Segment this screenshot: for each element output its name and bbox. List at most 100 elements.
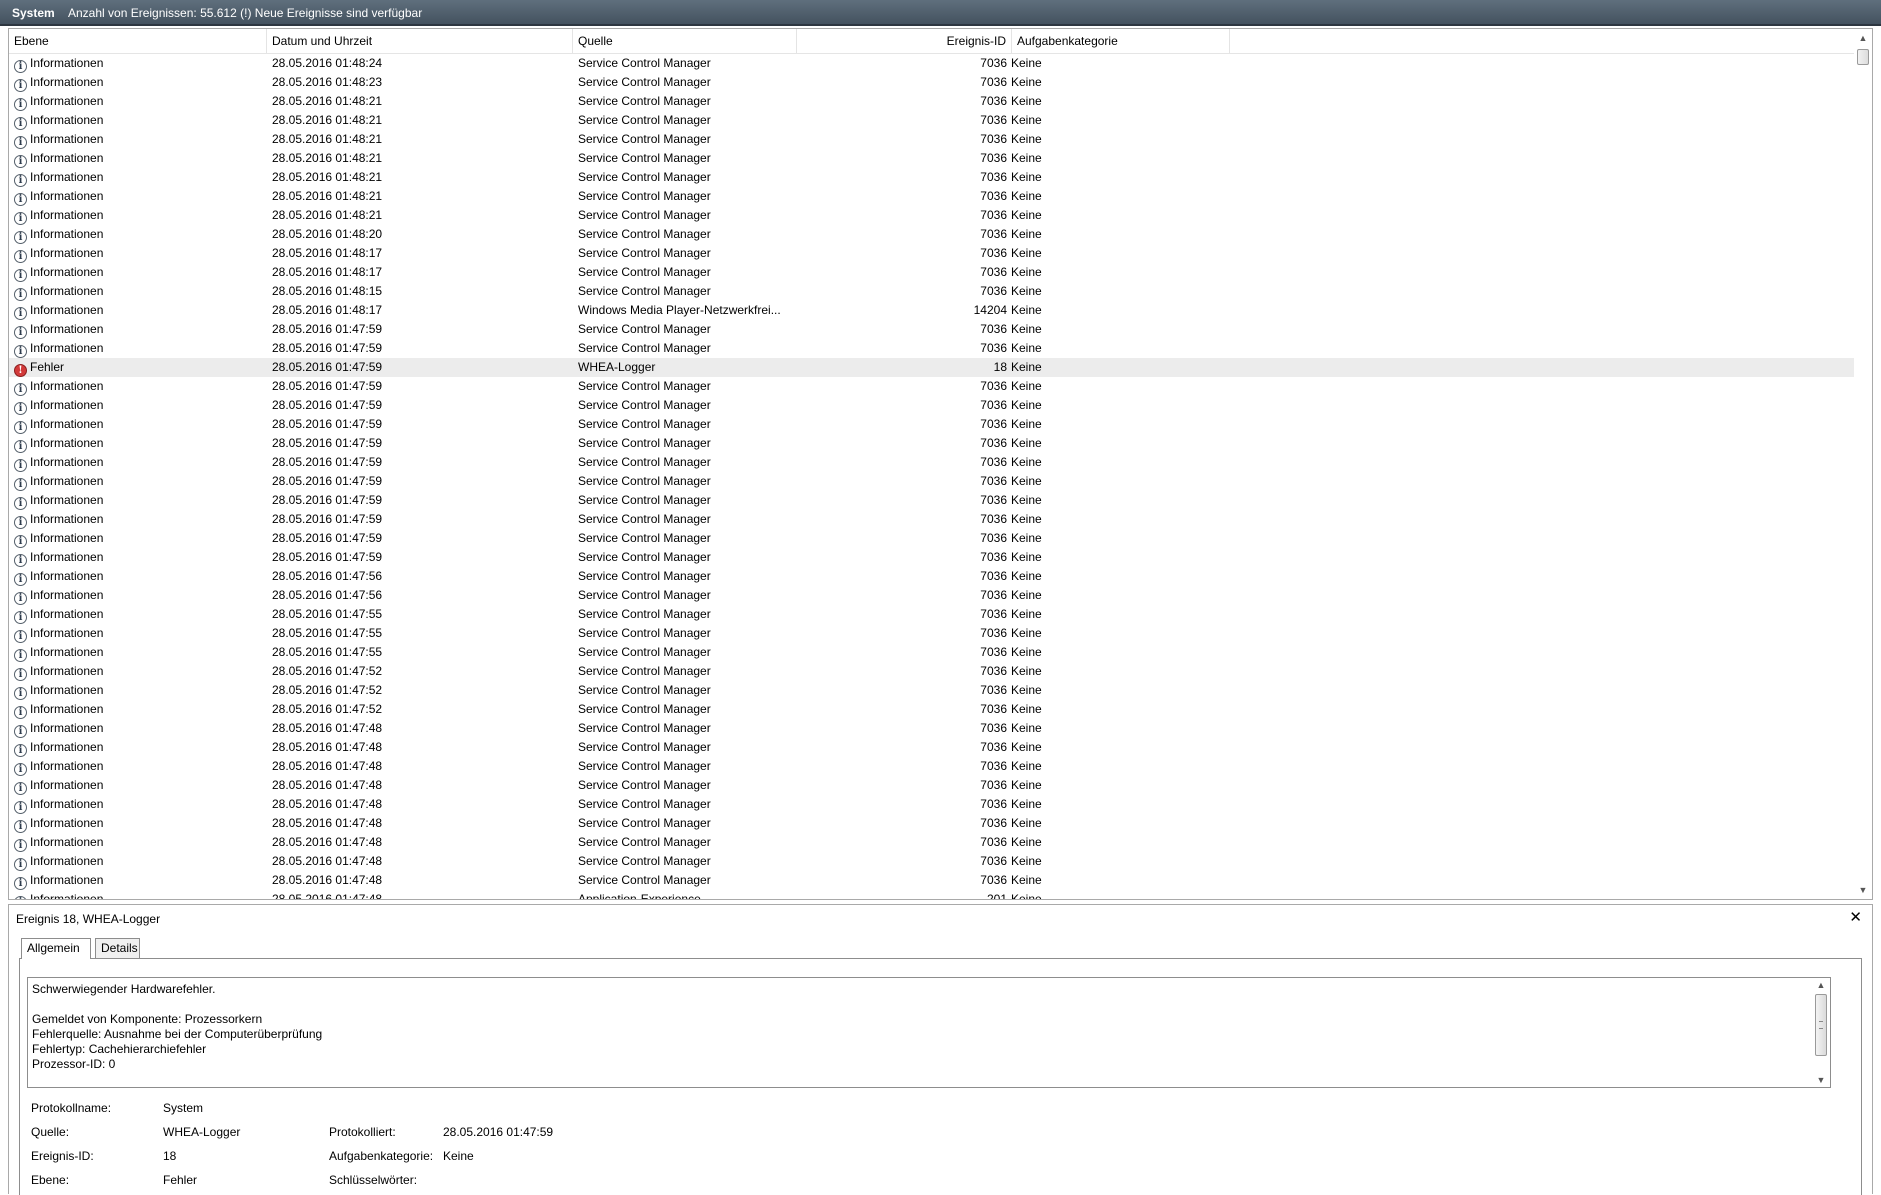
event-source: Service Control Manager: [578, 797, 711, 811]
table-row[interactable]: i Informationen 28.05.2016 01:47:55 Service…: [9, 624, 1854, 643]
event-count-text: Anzahl von Ereignissen: 55.612 (!) Neue …: [68, 6, 423, 20]
table-row[interactable]: i Informationen 28.05.2016 01:48:15 Service…: [9, 282, 1854, 301]
event-id: 7036: [980, 170, 1007, 184]
table-row[interactable]: i Informationen 28.05.2016 01:48:23 Service…: [9, 73, 1854, 92]
table-row[interactable]: i Informationen 28.05.2016 01:47:56 Service…: [9, 567, 1854, 586]
information-icon: i: [14, 193, 27, 206]
column-header-date[interactable]: Datum und Uhrzeit: [267, 29, 573, 53]
table-row[interactable]: i Informationen 28.05.2016 01:47:48 Service…: [9, 738, 1854, 757]
column-header-event-id[interactable]: Ereignis-ID: [797, 29, 1012, 53]
table-row[interactable]: i Informationen 28.05.2016 01:47:48 Service…: [9, 795, 1854, 814]
tab-details[interactable]: Details: [95, 938, 140, 958]
column-header-level[interactable]: Ebene: [9, 29, 267, 53]
table-row[interactable]: i Informationen 28.05.2016 01:48:21 Service…: [9, 111, 1854, 130]
table-row[interactable]: i Informationen 28.05.2016 01:48:21 Service…: [9, 168, 1854, 187]
event-id: 7036: [980, 835, 1007, 849]
event-level: iInformationen: [14, 434, 269, 453]
event-id: 7036: [980, 474, 1007, 488]
scroll-up-arrow-icon[interactable]: ▲: [1858, 33, 1868, 43]
detail-title: Ereignis 18, WHEA-Logger: [16, 912, 161, 926]
table-row[interactable]: i Informationen 28.05.2016 01:48:20 Service…: [9, 225, 1854, 244]
event-category: Keine: [1011, 360, 1042, 374]
event-source: Service Control Manager: [578, 588, 711, 602]
table-row[interactable]: i Informationen 28.05.2016 01:47:48 Service…: [9, 833, 1854, 852]
scroll-up-arrow-icon[interactable]: ▲: [1816, 980, 1826, 990]
event-category: Keine: [1011, 816, 1042, 830]
event-date: 28.05.2016 01:47:59: [272, 341, 383, 355]
table-row[interactable]: iInformationen28.05.2016 01:47:48Applica…: [9, 890, 1854, 900]
event-category: Keine: [1011, 284, 1042, 298]
event-level: iInformationen: [14, 472, 269, 491]
table-row[interactable]: i Informationen 28.05.2016 01:47:59 Service…: [9, 548, 1854, 567]
event-category: Keine: [1011, 189, 1042, 203]
table-row[interactable]: i Informationen 28.05.2016 01:47:52 Service…: [9, 700, 1854, 719]
table-row[interactable]: i Informationen 28.05.2016 01:48:21 Service…: [9, 206, 1854, 225]
close-icon[interactable]: ✕: [1849, 908, 1862, 926]
table-row[interactable]: i Informationen 28.05.2016 01:47:59 Service…: [9, 320, 1854, 339]
table-row[interactable]: i Informationen 28.05.2016 01:47:56 Service…: [9, 586, 1854, 605]
event-category: Keine: [1011, 892, 1042, 900]
event-category: Keine: [1011, 759, 1042, 773]
event-category: Keine: [1011, 683, 1042, 697]
table-row[interactable]: i Informationen 28.05.2016 01:47:59 Service…: [9, 434, 1854, 453]
information-icon: i: [14, 421, 27, 434]
table-row[interactable]: i Informationen 28.05.2016 01:47:59 Service…: [9, 415, 1854, 434]
event-id: 7036: [980, 94, 1007, 108]
table-row[interactable]: i Informationen 28.05.2016 01:48:17 Service…: [9, 263, 1854, 282]
table-row[interactable]: i Informationen 28.05.2016 01:47:48 Service…: [9, 719, 1854, 738]
table-row[interactable]: i Informationen 28.05.2016 01:47:55 Service…: [9, 605, 1854, 624]
event-source: Service Control Manager: [578, 151, 711, 165]
table-row[interactable]: i Informationen 28.05.2016 01:48:21 Service…: [9, 92, 1854, 111]
event-message-box[interactable]: Schwerwiegender Hardwarefehler. Gemeldet …: [27, 977, 1831, 1088]
table-row[interactable]: i Informationen 28.05.2016 01:47:48 Service…: [9, 814, 1854, 833]
table-row[interactable]: i Informationen 28.05.2016 01:48:21 Service…: [9, 130, 1854, 149]
table-row[interactable]: i Informationen 28.05.2016 01:47:52 Service…: [9, 681, 1854, 700]
event-id: 7036: [980, 56, 1007, 70]
event-source: Service Control Manager: [578, 208, 711, 222]
table-row[interactable]: i Informationen 28.05.2016 01:47:48 Service…: [9, 852, 1854, 871]
event-date: 28.05.2016 01:48:23: [272, 75, 383, 89]
event-level-text: Informationen: [30, 208, 104, 222]
table-row[interactable]: i Informationen 28.05.2016 01:47:52 Service…: [9, 662, 1854, 681]
level-label: Ebene:: [31, 1173, 70, 1187]
event-date: 28.05.2016 01:48:17: [272, 265, 383, 279]
table-row[interactable]: i Informationen 28.05.2016 01:47:59 Service…: [9, 339, 1854, 358]
event-id: 7036: [980, 550, 1007, 564]
event-list-scrollbar[interactable]: ▲ ▼: [1854, 29, 1872, 899]
message-scrollbar[interactable]: ▲ ▼: [1812, 978, 1830, 1087]
scrollbar-thumb[interactable]: [1857, 49, 1869, 65]
table-row[interactable]: i Informationen 28.05.2016 01:47:59 Service…: [9, 510, 1854, 529]
event-level-text: Informationen: [30, 854, 104, 868]
event-id: 7036: [980, 246, 1007, 260]
table-row[interactable]: i Informationen 28.05.2016 01:47:48 Service…: [9, 757, 1854, 776]
event-category: Keine: [1011, 94, 1042, 108]
table-row[interactable]: i Informationen 28.05.2016 01:48:21 Service…: [9, 149, 1854, 168]
table-row[interactable]: i Informationen 28.05.2016 01:47:59 Service…: [9, 472, 1854, 491]
table-row[interactable]: i Informationen 28.05.2016 01:47:48 Service…: [9, 871, 1854, 890]
table-row[interactable]: i Informationen 28.05.2016 01:48:21 Service…: [9, 187, 1854, 206]
scroll-down-arrow-icon[interactable]: ▼: [1858, 885, 1868, 895]
event-date: 28.05.2016 01:47:55: [272, 607, 383, 621]
table-row[interactable]: i Informationen 28.05.2016 01:47:59 Service…: [9, 396, 1854, 415]
table-row[interactable]: i Informationen 28.05.2016 01:48:24 Service…: [9, 54, 1854, 73]
event-source: Service Control Manager: [578, 75, 711, 89]
event-source: Service Control Manager: [578, 227, 711, 241]
scroll-down-arrow-icon[interactable]: ▼: [1816, 1075, 1826, 1085]
table-row[interactable]: i Informationen 28.05.2016 01:48:17 Windows…: [9, 301, 1854, 320]
column-header-task-category[interactable]: Aufgabenkategorie: [1012, 29, 1230, 53]
information-icon: i: [14, 117, 27, 130]
table-row[interactable]: i Informationen 28.05.2016 01:47:48 Service…: [9, 776, 1854, 795]
event-list[interactable]: Ebene Datum und Uhrzeit Quelle Ereignis-…: [8, 28, 1873, 900]
scrollbar-thumb[interactable]: [1815, 994, 1827, 1056]
table-row[interactable]: i Informationen 28.05.2016 01:47:55 Service…: [9, 643, 1854, 662]
table-row[interactable]: i Informationen 28.05.2016 01:47:59 Service…: [9, 453, 1854, 472]
event-level-text: Informationen: [30, 227, 104, 241]
column-header-source[interactable]: Quelle: [573, 29, 797, 53]
table-row[interactable]: i Informationen 28.05.2016 01:47:59 Service…: [9, 377, 1854, 396]
event-id: 7036: [980, 569, 1007, 583]
table-row[interactable]: ! Fehler 28.05.2016 01:47:59 WHEA-Logger 18 K…: [9, 358, 1854, 377]
table-row[interactable]: i Informationen 28.05.2016 01:47:59 Service…: [9, 491, 1854, 510]
tab-allgemein[interactable]: Allgemein: [21, 938, 91, 959]
table-row[interactable]: i Informationen 28.05.2016 01:48:17 Service…: [9, 244, 1854, 263]
table-row[interactable]: i Informationen 28.05.2016 01:47:59 Service…: [9, 529, 1854, 548]
